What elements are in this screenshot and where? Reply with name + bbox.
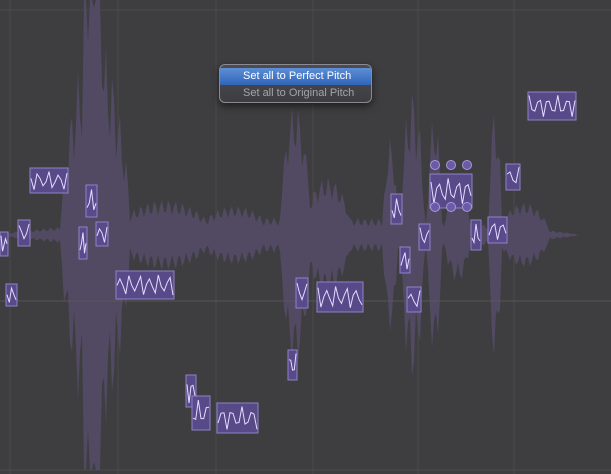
pitch-context-menu[interactable]: Set all to Perfect Pitch Set all to Orig… [219,64,372,103]
set-all-perfect-pitch-item[interactable]: Set all to Perfect Pitch [220,68,371,85]
set-all-original-pitch-item[interactable]: Set all to Original Pitch [220,85,371,102]
pitch-note[interactable] [295,277,309,309]
pitch-note[interactable] [78,226,88,260]
note-handle[interactable] [446,160,456,170]
pitch-note[interactable] [418,223,431,251]
pitch-note[interactable] [390,193,403,225]
pitch-note[interactable] [191,395,211,431]
note-handle[interactable] [446,202,456,212]
note-handle[interactable] [462,202,472,212]
pitch-note[interactable] [115,270,175,300]
pitch-note[interactable] [406,286,422,313]
pitch-note[interactable] [216,402,259,434]
pitch-note[interactable] [527,91,577,121]
pitch-note[interactable] [505,163,521,191]
flex-pitch-editor[interactable]: Set all to Perfect Pitch Set all to Orig… [0,0,611,474]
note-handle[interactable] [430,160,440,170]
note-handle[interactable] [430,202,440,212]
note-handle[interactable] [462,160,472,170]
pitch-note[interactable] [17,219,31,247]
